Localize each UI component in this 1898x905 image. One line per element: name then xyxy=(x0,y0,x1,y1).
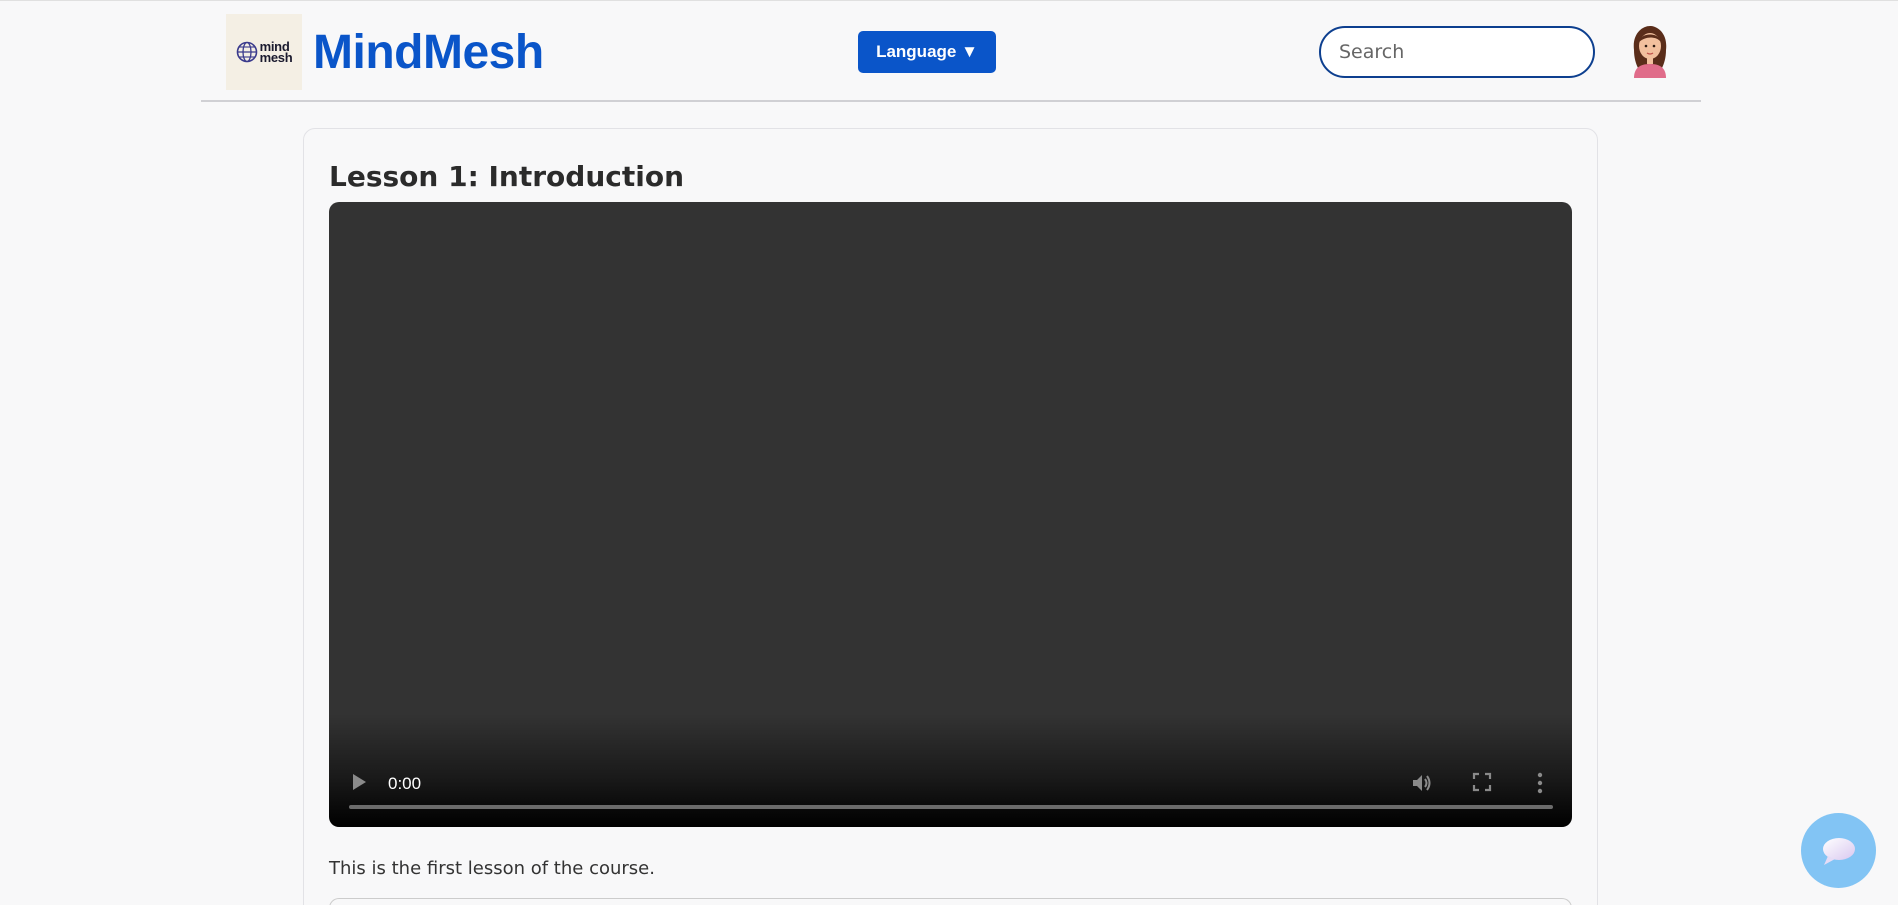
globe-icon xyxy=(236,41,257,63)
volume-icon[interactable] xyxy=(1411,772,1433,794)
logo-text: mind mesh xyxy=(259,39,293,65)
next-section-box xyxy=(329,898,1572,905)
fullscreen-icon[interactable] xyxy=(1472,772,1492,792)
logo[interactable]: mind mesh xyxy=(226,14,302,90)
video-time: 0:00 xyxy=(388,774,422,793)
video-player[interactable]: 0:00 xyxy=(329,202,1572,827)
chat-button[interactable] xyxy=(1801,813,1876,888)
more-vertical-icon[interactable] xyxy=(1533,771,1547,795)
lesson-description: This is the first lesson of the course. xyxy=(329,858,655,879)
video-controls: 0:00 xyxy=(329,747,1572,827)
play-icon[interactable] xyxy=(351,773,367,791)
search-input[interactable]: Search xyxy=(1319,26,1595,78)
site-header: mind mesh MindMesh Language ▼ Search xyxy=(201,1,1701,102)
search-placeholder: Search xyxy=(1339,41,1405,63)
language-button[interactable]: Language ▼ xyxy=(858,31,996,73)
user-avatar[interactable] xyxy=(1628,24,1672,78)
lesson-title: Lesson 1: Introduction xyxy=(329,160,685,193)
video-progress-bar[interactable] xyxy=(349,805,1553,809)
brand-name[interactable]: MindMesh xyxy=(313,25,544,80)
chat-bubble-icon xyxy=(1822,837,1855,865)
